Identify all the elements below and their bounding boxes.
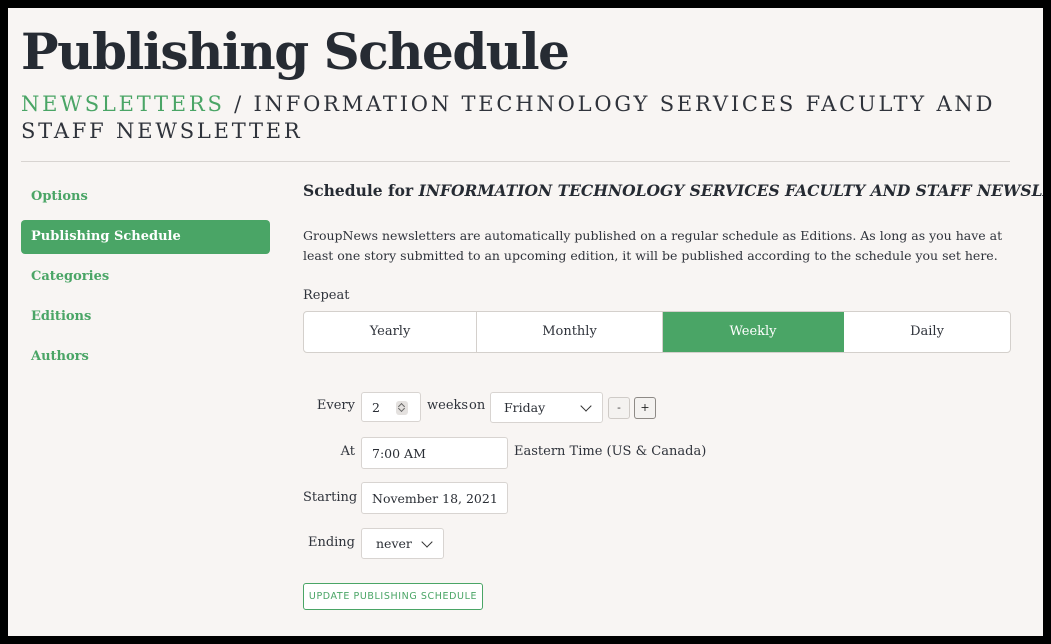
time-input[interactable]: 7:00 AM [361,437,508,469]
main-content: Schedule for INFORMATION TECHNOLOGY SERV… [303,178,1043,353]
weekday-select-value: Friday [504,400,546,415]
every-label: Every [316,398,355,413]
breadcrumb-newsletters-link[interactable]: NEWSLETTERS [21,92,225,116]
sidebar-item-options[interactable]: Options [21,180,270,214]
sidebar-item-editions[interactable]: Editions [21,300,270,334]
page-title: Publishing Schedule [21,22,570,81]
stepper-icon[interactable] [396,401,408,415]
repeat-label: Repeat [303,288,350,303]
remove-day-button[interactable]: - [608,397,630,419]
chevron-down-icon [421,536,433,548]
repeat-segmented-control: Yearly Monthly Weekly Daily [303,311,1011,353]
at-label: At [340,444,355,459]
intro-text: GroupNews newsletters are automatically … [303,228,1003,263]
ending-select-value: never [376,536,412,551]
sidebar-item-authors[interactable]: Authors [21,340,270,374]
weekday-select[interactable]: Friday [490,392,603,423]
sidebar-item-publishing-schedule[interactable]: Publishing Schedule [21,220,270,254]
start-date-input[interactable]: November 18, 2021 [361,482,508,514]
header-divider [21,161,1010,162]
schedule-heading-prefix: Schedule for [303,181,419,200]
ending-label: Ending [307,535,355,550]
start-date-value: November 18, 2021 [372,491,498,506]
ending-select[interactable]: never [361,528,444,559]
repeat-option-yearly[interactable]: Yearly [304,312,477,352]
update-publishing-schedule-button[interactable]: UPDATE PUBLISHING SCHEDULE [303,583,483,610]
every-interval-value: 2 [372,400,380,415]
timezone-text: Eastern Time (US & Canada) [514,444,707,459]
sidebar-item-categories[interactable]: Categories [21,260,270,294]
breadcrumb-separator: / [224,92,254,116]
sidebar-nav: Options Publishing Schedule Categories E… [21,180,270,380]
starting-label: Starting [303,490,358,505]
app-frame: Publishing Schedule NEWSLETTERS / INFORM… [8,8,1043,636]
breadcrumb: NEWSLETTERS / INFORMATION TECHNOLOGY SER… [21,91,1001,145]
every-interval-input[interactable]: 2 [361,392,421,422]
every-unit-text: weeks [427,398,469,413]
repeat-option-weekly[interactable]: Weekly [663,312,844,352]
repeat-option-monthly[interactable]: Monthly [477,312,663,352]
every-on-text: on [469,398,486,413]
chevron-down-icon [580,400,592,412]
schedule-heading-newsletter-name: INFORMATION TECHNOLOGY SERVICES FACULTY … [418,181,1043,200]
repeat-option-daily[interactable]: Daily [844,312,1010,352]
time-input-value: 7:00 AM [372,446,426,461]
add-day-button[interactable]: + [634,397,656,419]
schedule-heading: Schedule for INFORMATION TECHNOLOGY SERV… [303,178,1043,204]
